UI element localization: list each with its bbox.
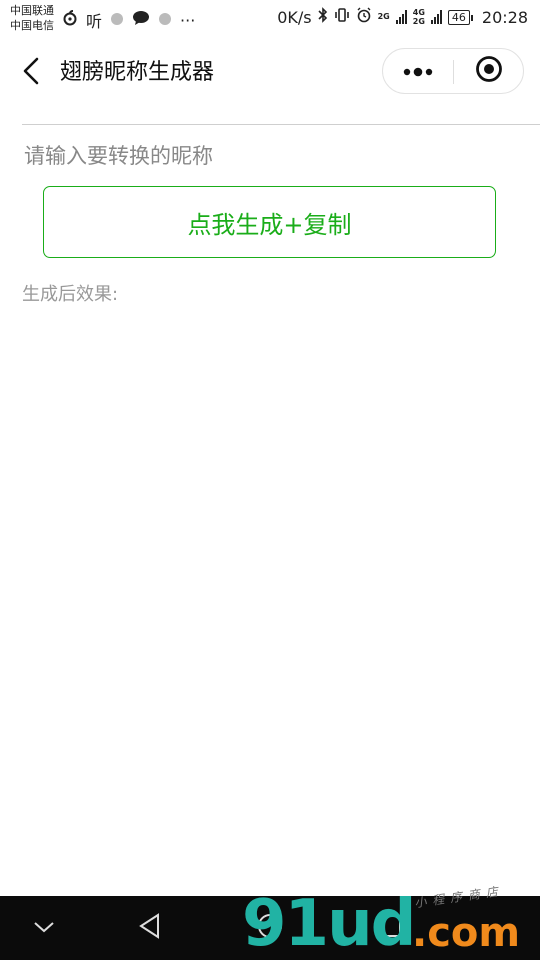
network-2g-label: 2G [377, 12, 390, 21]
chat-bubble-icon [132, 10, 150, 30]
carrier-1: 中国联通 [10, 4, 54, 17]
page-title: 翅膀昵称生成器 [60, 60, 215, 85]
back-button[interactable] [14, 54, 48, 92]
header-divider [22, 124, 540, 125]
netease-music-icon [62, 10, 78, 30]
hide-nav-button[interactable] [26, 910, 62, 946]
app-notification-icon-2 [158, 11, 172, 30]
watermark-domain: .com [412, 910, 521, 956]
network-2g-bottom: 2G [412, 16, 425, 26]
system-status: 0K/s 2G 4G 2G 46 20:28 [277, 7, 528, 27]
notification-icons: 听 ··· [62, 8, 195, 32]
vibrate-icon [334, 7, 350, 27]
triangle-back-icon [138, 913, 162, 943]
close-mini-program-button[interactable] [454, 49, 524, 93]
more-dots-icon [402, 62, 434, 81]
alarm-icon [356, 7, 372, 27]
net-speed: 0K/s [277, 7, 312, 27]
mini-program-capsule [382, 48, 524, 94]
watermark-main: 91ud [242, 887, 416, 960]
battery-icon: 46 [447, 9, 473, 25]
chevron-left-icon [22, 57, 40, 89]
nickname-input[interactable] [22, 138, 522, 174]
status-bar: 中国联通 中国电信 听 ··· 0K/s 2G 4G 2G 46 20:28 [0, 0, 540, 40]
more-menu-button[interactable] [383, 49, 453, 93]
signal-icon [395, 10, 407, 24]
carrier-2: 中国电信 [10, 19, 54, 32]
network-4g-label: 4G 2G [412, 7, 425, 26]
screen: 中国联通 中国电信 听 ··· 0K/s 2G 4G 2G 46 20:28 翅… [0, 0, 540, 960]
carrier-labels: 中国联通 中国电信 [10, 3, 54, 33]
target-close-icon [475, 55, 503, 87]
network-4g-top: 4G [412, 7, 425, 17]
generate-copy-button[interactable]: 点我生成+复制 [43, 186, 496, 258]
result-label: 生成后效果: [22, 284, 119, 305]
app-notification-icon [110, 11, 124, 30]
back-nav-button[interactable] [132, 910, 168, 946]
more-notifications-icon: ··· [180, 10, 196, 30]
bluetooth-icon [318, 7, 328, 27]
navigation-bar: 翅膀昵称生成器 [0, 40, 540, 106]
clock-time: 20:28 [481, 7, 528, 27]
signal-icon-2 [430, 10, 442, 24]
watermark-logo: 91ud .com 小程序商店 [242, 884, 538, 960]
chevron-down-icon [33, 919, 55, 938]
listen-app-icon: 听 [86, 12, 103, 31]
